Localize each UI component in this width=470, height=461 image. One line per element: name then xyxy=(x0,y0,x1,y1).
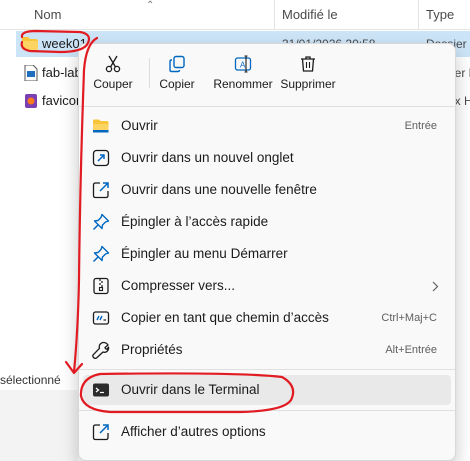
copy-label: Copier xyxy=(159,77,195,91)
menu-item-label: Compresser vers... xyxy=(121,278,236,293)
pin-icon xyxy=(92,245,110,263)
archive-icon xyxy=(93,277,109,295)
file-name: fab-lab xyxy=(42,65,82,80)
column-divider[interactable] xyxy=(418,0,419,30)
menu-item-label: Propriétés xyxy=(121,342,183,357)
rename-icon: A xyxy=(234,55,252,73)
column-type[interactable]: Type xyxy=(426,7,454,22)
image-icon xyxy=(25,94,37,108)
trash-icon xyxy=(301,56,315,72)
column-header: Nom ⌃ Modifié le Type xyxy=(0,0,470,30)
scissors-icon xyxy=(105,55,121,73)
status-bar xyxy=(0,390,78,461)
copy-button[interactable]: Copier xyxy=(145,50,209,98)
menu-item-label: Copier en tant que chemin d’accès xyxy=(121,310,329,325)
folder-icon xyxy=(22,37,38,50)
menu-item-label: Afficher d’autres options xyxy=(121,424,266,439)
chevron-right-icon xyxy=(432,281,439,292)
more-options-icon xyxy=(92,424,109,441)
delete-button[interactable]: Supprimer xyxy=(277,50,339,98)
path-icon xyxy=(92,311,110,325)
new-window-icon xyxy=(92,182,109,199)
menu-item-open-new-window[interactable]: Ouvrir dans une nouvelle fenêtre xyxy=(83,175,451,205)
menu-item-open[interactable]: Ouvrir Entrée xyxy=(83,111,451,141)
column-name[interactable]: Nom xyxy=(34,7,61,22)
menu-item-open-new-tab[interactable]: Ouvrir dans un nouvel onglet xyxy=(83,143,451,173)
menu-item-label: Épingler à l’accès rapide xyxy=(121,214,269,229)
rename-label: Renommer xyxy=(213,77,273,91)
menu-item-label: Ouvrir dans une nouvelle fenêtre xyxy=(121,182,317,197)
menu-divider xyxy=(79,369,455,370)
sort-arrow-icon: ⌃ xyxy=(146,0,155,11)
menu-item-open-terminal[interactable]: Ouvrir dans le Terminal xyxy=(83,375,451,405)
pin-icon xyxy=(92,213,110,231)
menu-item-label: Ouvrir xyxy=(121,118,158,133)
context-menu: Couper Copier A Renommer Supprimer Ouvri… xyxy=(78,43,456,461)
terminal-icon xyxy=(93,383,109,397)
rename-button[interactable]: A Renommer xyxy=(209,50,277,98)
menu-item-shortcut: Alt+Entrée xyxy=(385,344,437,356)
menu-divider xyxy=(79,410,455,411)
menu-item-shortcut: Ctrl+Maj+C xyxy=(381,312,437,324)
quick-action-bar: Couper Copier A Renommer Supprimer xyxy=(79,44,455,102)
menu-item-more-options[interactable]: Afficher d’autres options xyxy=(83,417,451,447)
menu-item-label: Ouvrir dans un nouvel onglet xyxy=(121,150,294,165)
svg-text:A: A xyxy=(240,61,246,70)
menu-item-label: Épingler au menu Démarrer xyxy=(121,246,288,261)
menu-item-pin-start[interactable]: Épingler au menu Démarrer xyxy=(83,239,451,269)
cut-button[interactable]: Couper xyxy=(81,50,145,98)
delete-label: Supprimer xyxy=(280,77,336,91)
menu-item-label: Ouvrir dans le Terminal xyxy=(121,382,260,397)
menu-divider xyxy=(79,106,455,107)
wrench-icon xyxy=(92,341,110,359)
column-divider[interactable] xyxy=(274,0,275,30)
status-bar-text: sélectionné xyxy=(0,373,61,387)
menu-item-compress[interactable]: Compresser vers... xyxy=(83,271,451,301)
menu-item-shortcut: Entrée xyxy=(404,120,437,132)
new-tab-icon xyxy=(92,149,110,167)
folder-open-icon xyxy=(93,119,109,133)
menu-item-properties[interactable]: Propriétés Alt+Entrée xyxy=(83,335,451,365)
menu-item-copy-path[interactable]: Copier en tant que chemin d’accès Ctrl+M… xyxy=(83,303,451,333)
document-icon xyxy=(24,65,38,81)
menu-item-pin-quick-access[interactable]: Épingler à l’accès rapide xyxy=(83,207,451,237)
copy-icon xyxy=(169,55,185,73)
cut-label: Couper xyxy=(93,77,133,91)
column-modified[interactable]: Modifié le xyxy=(282,7,338,22)
